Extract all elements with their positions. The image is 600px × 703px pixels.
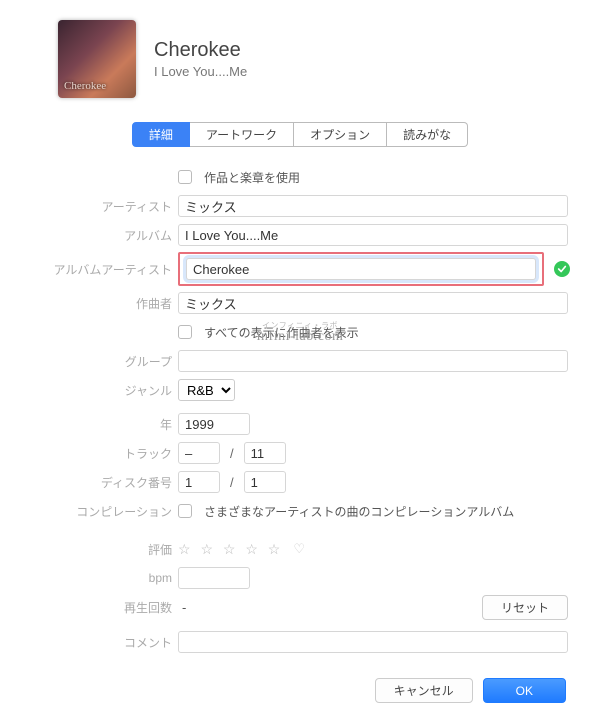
rating-label: 評価 [30, 541, 178, 558]
plays-value: - [178, 600, 186, 615]
artwork-overlay-text: Cherokee [64, 80, 106, 92]
song-subtitle: I Love You....Me [154, 64, 247, 79]
year-label: 年 [30, 416, 178, 433]
plays-label: 再生回数 [30, 599, 178, 616]
disc-number-input[interactable] [178, 471, 220, 493]
tab-sorting[interactable]: 読みがな [387, 122, 468, 147]
compilation-label: コンピレーション [30, 503, 178, 520]
highlight-frame [178, 252, 544, 286]
disc-label: ディスク番号 [30, 474, 178, 491]
bpm-input[interactable] [178, 567, 250, 589]
show-composer-checkbox[interactable] [178, 325, 192, 339]
ok-button[interactable]: OK [483, 678, 566, 703]
song-title: Cherokee [154, 39, 247, 62]
track-separator: / [226, 446, 238, 461]
album-artist-label: アルバムアーティスト [30, 261, 178, 278]
group-label: グループ [30, 353, 178, 370]
check-icon [554, 261, 570, 277]
tab-artwork[interactable]: アートワーク [190, 122, 294, 147]
composer-label: 作曲者 [30, 295, 178, 312]
tab-options[interactable]: オプション [294, 122, 387, 147]
track-number-input[interactable] [178, 442, 220, 464]
heart-icon[interactable]: ♡ [293, 541, 308, 557]
rating-stars[interactable]: ☆ ☆ ☆ ☆ ☆ ♡ [178, 541, 308, 558]
reset-button[interactable]: リセット [482, 595, 568, 620]
track-total-input[interactable] [244, 442, 286, 464]
header-text: Cherokee I Love You....Me [154, 39, 247, 79]
show-composer-label: すべての表示に作曲者を表示 [204, 324, 359, 341]
year-input[interactable] [178, 413, 250, 435]
genre-label: ジャンル [30, 382, 178, 399]
genre-select[interactable]: R&B [178, 379, 235, 401]
album-input[interactable] [178, 224, 568, 246]
comment-label: コメント [30, 634, 178, 651]
info-dialog: Cherokee Cherokee I Love You....Me 詳細 アー… [0, 0, 600, 646]
tab-details[interactable]: 詳細 [132, 122, 190, 147]
comment-input[interactable] [178, 631, 568, 653]
cancel-button[interactable]: キャンセル [375, 678, 473, 703]
composer-input[interactable] [178, 292, 568, 314]
compilation-checkbox[interactable] [178, 504, 192, 518]
album-artist-input[interactable] [186, 258, 536, 280]
bpm-label: bpm [30, 571, 178, 585]
footer-buttons: キャンセル OK [30, 678, 570, 703]
header: Cherokee Cherokee I Love You....Me [58, 20, 570, 98]
star-icon[interactable]: ☆ ☆ ☆ ☆ ☆ [178, 541, 283, 558]
use-work-movement-checkbox[interactable] [178, 170, 192, 184]
album-artwork: Cherokee [58, 20, 136, 98]
compilation-text: さまざまなアーティストの曲のコンピレーションアルバム [204, 503, 514, 520]
group-input[interactable] [178, 350, 568, 372]
form: 作品と楽章を使用 アーティスト アルバム アルバムアーティスト 作 [30, 165, 570, 654]
use-work-movement-label: 作品と楽章を使用 [204, 169, 300, 186]
artist-input[interactable] [178, 195, 568, 217]
artist-label: アーティスト [30, 198, 178, 215]
tab-bar: 詳細 アートワーク オプション 読みがな [30, 122, 570, 147]
disc-separator: / [226, 475, 238, 490]
disc-total-input[interactable] [244, 471, 286, 493]
album-label: アルバム [30, 227, 178, 244]
track-label: トラック [30, 445, 178, 462]
